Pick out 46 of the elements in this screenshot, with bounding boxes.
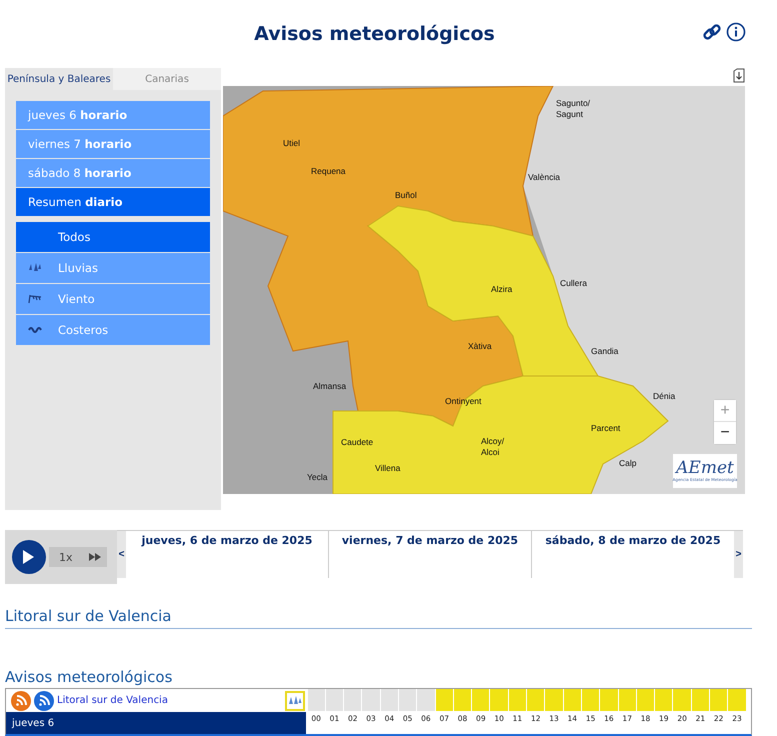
region-tab[interactable]: Canarias xyxy=(113,68,221,90)
day-button[interactable]: Resumen diario xyxy=(16,188,210,216)
place-label: Buñol xyxy=(395,190,417,202)
link-icon[interactable] xyxy=(702,22,722,42)
day-label: jueves 6 xyxy=(6,712,306,734)
place-label: Xàtiva xyxy=(468,341,492,352)
filter-button[interactable]: Todos xyxy=(16,222,210,252)
speed-control[interactable]: 1x xyxy=(49,547,107,567)
place-label: Sagunto/ Sagunt xyxy=(556,98,592,120)
place-label: Calp xyxy=(619,458,636,470)
raindrops-icon xyxy=(28,263,42,273)
place-label: Dénia xyxy=(653,391,676,402)
zoom-in-button[interactable]: + xyxy=(714,400,736,422)
place-label: Requena xyxy=(311,166,346,178)
play-button[interactable] xyxy=(12,540,46,574)
section-title: Avisos meteorológicos xyxy=(5,668,174,686)
waves-icon xyxy=(28,326,42,334)
place-label: Utiel xyxy=(283,138,300,150)
rss-icon[interactable] xyxy=(34,690,54,710)
place-label: Cullera xyxy=(560,278,587,290)
next-button[interactable]: > xyxy=(734,531,743,578)
place-label: Gandia xyxy=(591,346,618,358)
fast-forward-icon[interactable] xyxy=(89,553,101,561)
zone-title: Litoral sur de Valencia xyxy=(5,607,752,629)
place-label: Parcent xyxy=(591,423,620,434)
download-icon[interactable] xyxy=(733,68,745,83)
zone-link[interactable]: Litoral sur de Valencia xyxy=(57,695,282,706)
place-label: Yecla xyxy=(307,472,328,484)
place-label: Ontinyent xyxy=(445,396,482,408)
place-label: Alzira xyxy=(491,284,512,296)
play-icon xyxy=(22,550,34,564)
rss-icon[interactable] xyxy=(11,690,31,710)
date-column[interactable]: jueves, 6 de marzo de 2025 xyxy=(126,531,329,578)
place-label: Alcoy/ Alcoi xyxy=(481,436,506,458)
place-label: Villena xyxy=(375,463,400,474)
info-icon[interactable] xyxy=(726,22,746,42)
date-column[interactable]: viernes, 7 de marzo de 2025 xyxy=(329,531,532,578)
place-label: València xyxy=(528,172,560,184)
previous-button[interactable]: < xyxy=(117,531,126,578)
place-label: Almansa xyxy=(313,381,346,392)
page-title: Avisos meteorológicos xyxy=(254,23,496,45)
raindrops-icon xyxy=(285,690,305,710)
logo-text: AEmet xyxy=(676,460,734,477)
place-label: Caudete xyxy=(341,437,374,448)
date-column[interactable]: sábado, 8 de marzo de 2025 xyxy=(532,531,734,578)
wind-icon xyxy=(28,294,42,304)
